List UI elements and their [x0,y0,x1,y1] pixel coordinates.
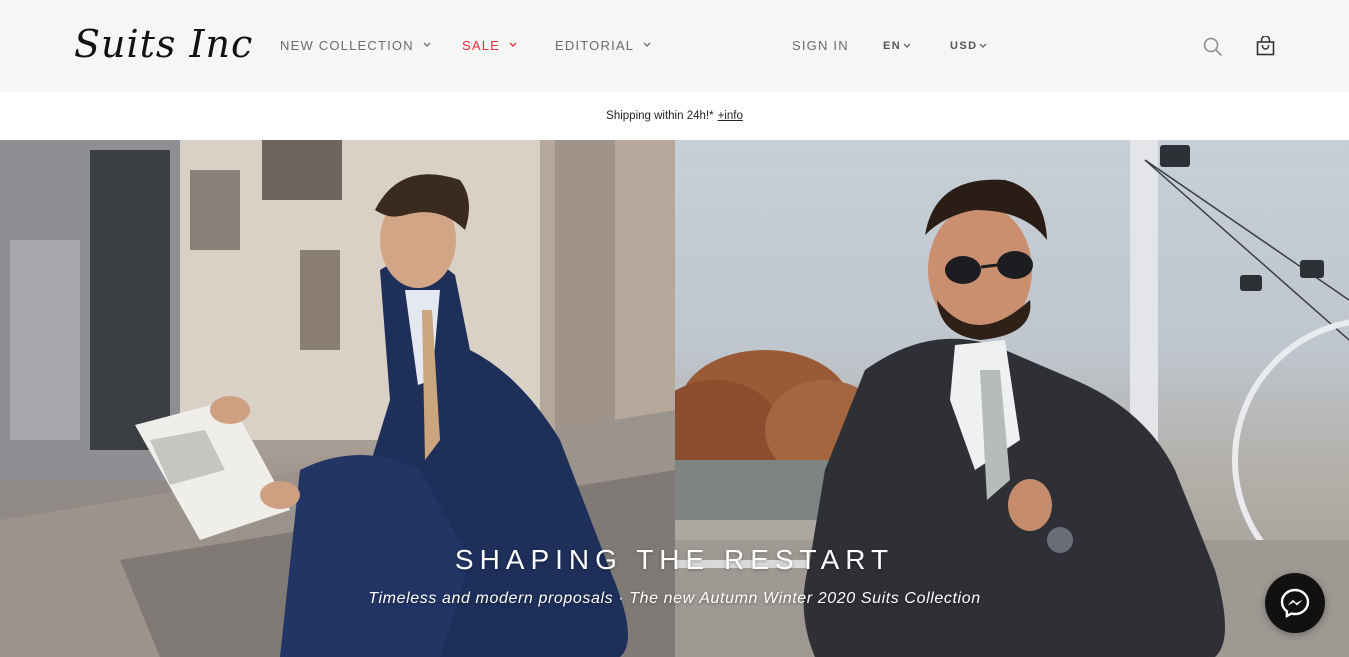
hero-banner[interactable]: SHAPING THE RESTART Timeless and modern … [0,140,1349,657]
nav-editorial[interactable]: EDITORIAL [555,38,651,53]
hero-image-left[interactable] [0,140,675,657]
nav-new-collection-label: NEW COLLECTION [280,38,414,53]
currency-selector[interactable]: USD [950,40,987,52]
shipping-text: Shipping within 24h!* [606,110,714,122]
navy-suit-photo [0,140,675,657]
nav-new-collection[interactable]: NEW COLLECTION [280,38,431,53]
language-label: EN [883,40,902,52]
messenger-chat-button[interactable] [1265,573,1325,633]
messenger-icon [1279,587,1311,624]
chevron-down-icon [423,42,431,49]
chevron-down-icon [903,43,911,50]
currency-label: USD [950,40,978,52]
brand-logo[interactable]: Suits Inc [74,22,253,66]
sign-in-label: SIGN IN [792,38,849,53]
hero-image-right[interactable] [675,140,1349,657]
shopping-bag-icon[interactable] [1256,35,1275,61]
nav-sale[interactable]: SALE [462,38,517,53]
hero-subtitle: Timeless and modern proposals · The new … [368,590,981,607]
shipping-banner: Shipping within 24h!* +info [0,92,1349,140]
shipping-info-link[interactable]: +info [718,110,743,122]
search-icon[interactable] [1203,37,1223,62]
chevron-down-icon [643,42,651,49]
chevron-down-icon [509,42,517,49]
site-header: Suits Inc NEW COLLECTION SALE EDITORIAL … [0,0,1349,92]
grey-suit-photo [675,140,1349,657]
chevron-down-icon [979,43,987,50]
language-selector[interactable]: EN [883,40,911,52]
nav-editorial-label: EDITORIAL [555,38,635,53]
nav-sale-label: SALE [462,38,501,53]
hero-title: SHAPING THE RESTART [454,544,895,575]
sign-in-link[interactable]: SIGN IN [792,38,849,53]
